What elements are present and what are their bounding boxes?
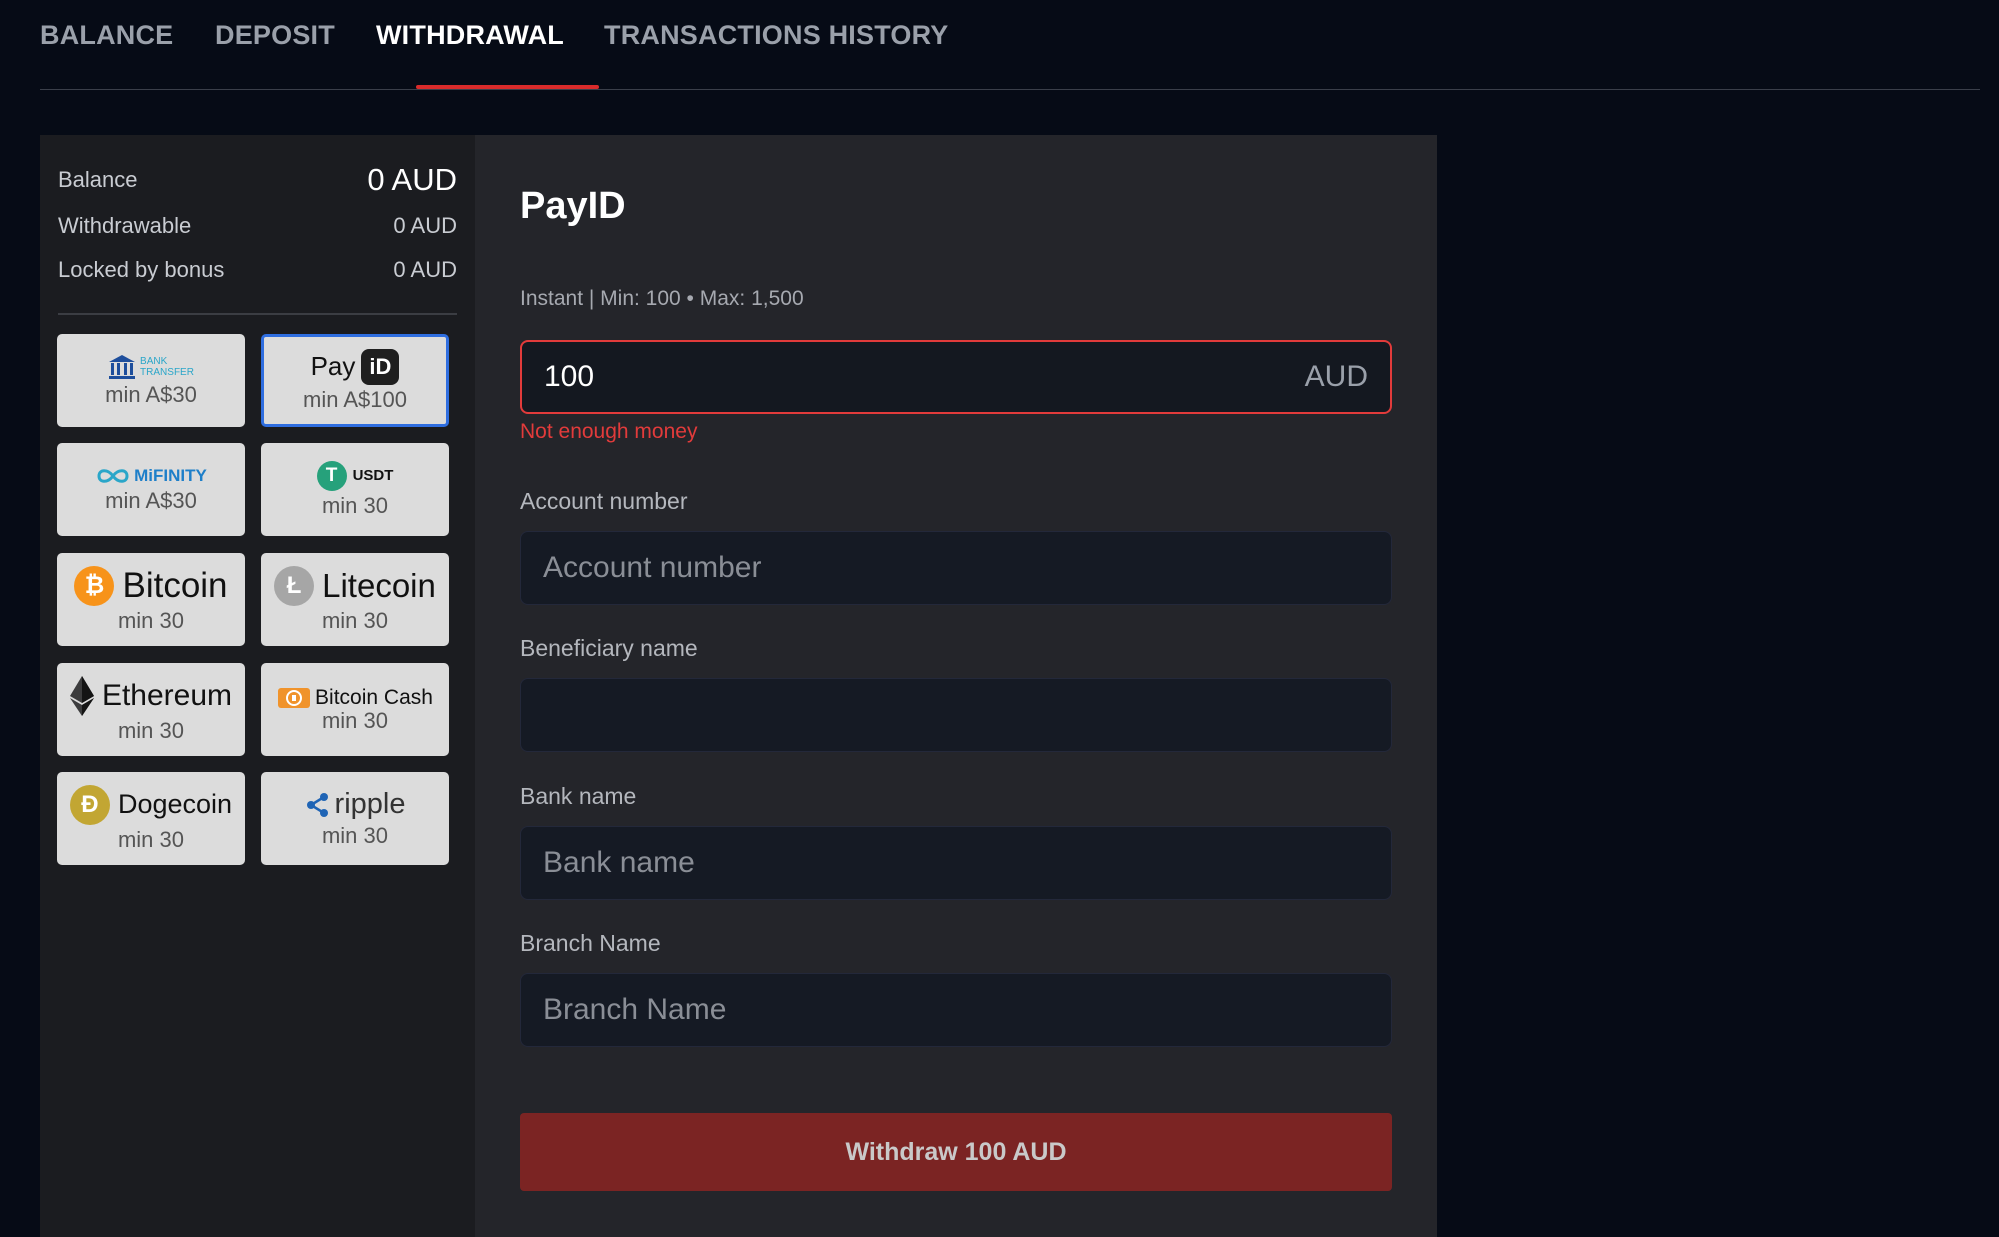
payid-logo: Pay iD: [310, 348, 400, 385]
method-min: min 30: [321, 823, 389, 848]
payid-logo-text: Pay: [310, 351, 356, 381]
balance-label: Balance: [58, 167, 138, 192]
bitcoin-logo: ₿ Bitcoin: [74, 565, 228, 606]
usdt-logo: T USDT: [316, 460, 394, 491]
method-ripple[interactable]: ripple min 30: [261, 772, 449, 865]
method-mifinity[interactable]: MiFINITY min A$30: [57, 443, 245, 536]
withdraw-button[interactable]: Withdraw 100 AUD: [520, 1113, 1392, 1191]
withdrawable-row: Withdrawable 0 AUD: [58, 213, 457, 239]
bank-transfer-logo: BANK TRANSFER: [108, 354, 194, 380]
bank-name-label: Bank name: [520, 783, 637, 809]
method-min: min A$100: [303, 386, 407, 412]
bank-icon: [109, 354, 136, 379]
dogecoin-logo: Ð Dogecoin: [69, 784, 233, 825]
branch-name-label: Branch Name: [520, 930, 661, 956]
ripple-icon: [306, 792, 328, 817]
bitcoin-logo-text: Bitcoin: [122, 565, 228, 605]
balance-value: 0 AUD: [367, 162, 457, 197]
payid-id-icon: iD: [361, 348, 400, 385]
method-min: min 30: [117, 826, 185, 852]
method-dogecoin[interactable]: Ð Dogecoin min 30: [57, 772, 245, 865]
bank-name-input[interactable]: [520, 826, 1392, 900]
litecoin-icon: Ł: [274, 565, 315, 606]
account-number-label: Account number: [520, 488, 688, 514]
tether-icon: T: [316, 460, 347, 491]
tab-deposit[interactable]: DEPOSIT: [215, 20, 335, 51]
bank-logo-line2: TRANSFER: [140, 366, 194, 378]
usdt-logo-text: USDT: [352, 467, 394, 484]
beneficiary-name-label: Beneficiary name: [520, 635, 698, 661]
bitcoin-cash-logo-text: Bitcoin Cash: [315, 685, 433, 709]
branch-name-input[interactable]: [520, 973, 1392, 1047]
locked-label: Locked by bonus: [58, 257, 225, 282]
bitcoin-icon: ₿: [74, 565, 115, 606]
ripple-logo-text: ripple: [334, 788, 406, 820]
method-min: min A$30: [105, 487, 197, 513]
mifinity-logo: MiFINITY: [95, 466, 207, 486]
beneficiary-name-input[interactable]: [520, 678, 1392, 752]
method-bank-transfer[interactable]: BANK TRANSFER min A$30: [57, 334, 245, 427]
balance-row: Balance 0 AUD: [58, 162, 457, 198]
active-tab-indicator: [416, 85, 599, 89]
ripple-logo: ripple: [305, 788, 406, 821]
form-title: PayID: [520, 185, 626, 227]
ethereum-logo: Ethereum: [69, 675, 233, 716]
method-min: min 30: [321, 492, 389, 518]
bitcoin-cash-logo: Bitcoin Cash: [277, 686, 433, 710]
tab-withdrawal[interactable]: WITHDRAWAL: [376, 20, 564, 51]
ethereum-logo-text: Ethereum: [101, 678, 233, 712]
withdrawable-label: Withdrawable: [58, 213, 192, 238]
amount-input[interactable]: 100 AUD: [520, 340, 1392, 414]
method-payid[interactable]: Pay iD min A$100: [261, 334, 449, 427]
mifinity-logo-text: MiFINITY: [134, 465, 207, 485]
method-min: min 30: [321, 607, 389, 633]
method-min: min A$30: [105, 381, 197, 407]
withdrawable-value: 0 AUD: [393, 213, 457, 238]
balance-divider: [58, 313, 457, 315]
ethereum-icon: [69, 675, 94, 716]
method-bitcoin[interactable]: ₿ Bitcoin min 30: [57, 553, 245, 646]
method-min: min 30: [117, 607, 185, 633]
withdrawal-card: Balance 0 AUD Withdrawable 0 AUD Locked …: [40, 135, 1437, 1237]
locked-row: Locked by bonus 0 AUD: [58, 257, 457, 283]
litecoin-logo-text: Litecoin: [322, 566, 436, 604]
dogecoin-logo-text: Dogecoin: [117, 789, 233, 819]
method-ethereum[interactable]: Ethereum min 30: [57, 663, 245, 756]
method-bitcoin-cash[interactable]: Bitcoin Cash min 30: [261, 663, 449, 756]
method-min: min 30: [117, 717, 185, 743]
dogecoin-icon: Ð: [69, 784, 110, 825]
tab-balance[interactable]: BALANCE: [40, 20, 173, 51]
account-number-input[interactable]: [520, 531, 1392, 605]
amount-value: 100: [544, 360, 595, 393]
method-usdt[interactable]: T USDT min 30: [261, 443, 449, 536]
method-litecoin[interactable]: Ł Litecoin min 30: [261, 553, 449, 646]
infinity-icon: [97, 468, 129, 483]
amount-error-message: Not enough money: [520, 420, 698, 443]
payment-methods-sidebar: Balance 0 AUD Withdrawable 0 AUD Locked …: [40, 135, 475, 1237]
withdrawal-limits-info: Instant | Min: 100 • Max: 1,500: [520, 287, 804, 310]
bank-logo-line1: BANK: [140, 355, 168, 367]
amount-currency: AUD: [1304, 360, 1368, 393]
bitcoin-cash-icon: [278, 687, 311, 708]
method-min: min 30: [321, 707, 389, 733]
tab-bar: BALANCE DEPOSIT WITHDRAWAL TRANSACTIONS …: [40, 0, 1980, 90]
litecoin-logo: Ł Litecoin: [274, 565, 436, 606]
tab-transactions-history[interactable]: TRANSACTIONS HISTORY: [604, 20, 949, 51]
locked-value: 0 AUD: [393, 257, 457, 282]
